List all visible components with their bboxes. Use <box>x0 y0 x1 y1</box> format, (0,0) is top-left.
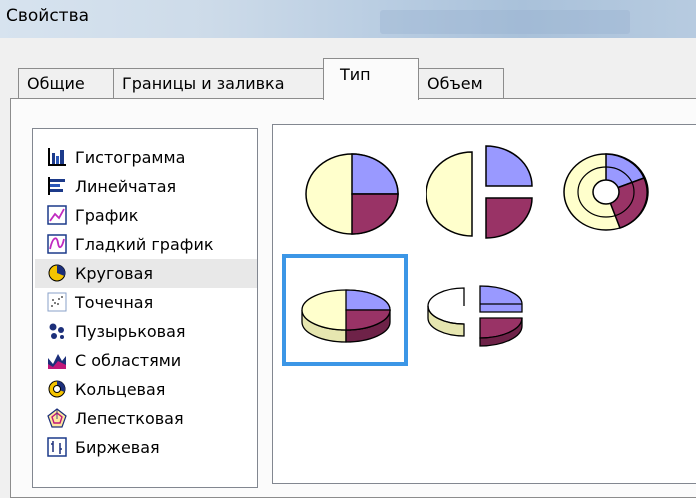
chart-type-item[interactable]: Пузырьковая <box>35 317 257 346</box>
chart-type-item[interactable]: Биржевая <box>35 433 257 462</box>
radar-chart-icon <box>47 408 67 428</box>
column-chart-icon <box>48 148 66 166</box>
tab-borders-fill[interactable]: Границы и заливка <box>113 68 324 100</box>
pie-chart-icon <box>48 264 66 282</box>
tab-label: Объем <box>427 74 483 93</box>
chart-type-label: Кольцевая <box>75 380 166 399</box>
chart-type-item-selected[interactable]: Круговая <box>35 259 257 288</box>
chart-type-label: Пузырьковая <box>75 322 186 341</box>
chart-type-item[interactable]: Кольцевая <box>35 375 257 404</box>
chart-type-item[interactable]: График <box>35 201 257 230</box>
chart-type-label: Гистограмма <box>75 148 186 167</box>
chart-type-label: График <box>75 206 139 225</box>
doughnut-chart-icon <box>48 380 66 398</box>
title-bar: Свойства <box>0 0 696 38</box>
chart-type-item[interactable]: Точечная <box>35 288 257 317</box>
chart-type-label: Биржевая <box>75 438 160 457</box>
tab-general[interactable]: Общие <box>18 68 114 100</box>
scatter-chart-icon <box>47 292 67 312</box>
bubble-chart-icon <box>49 323 64 339</box>
chart-type-label: Линейчатая <box>75 177 177 196</box>
chart-type-label: С областями <box>75 351 182 370</box>
line-chart-icon <box>47 205 67 225</box>
area-chart-icon <box>48 354 66 369</box>
chart-type-label: Лепестковая <box>75 409 184 428</box>
pie-variant-button[interactable] <box>300 148 410 238</box>
chart-type-label: Точечная <box>75 293 154 312</box>
smooth-line-chart-icon <box>47 234 67 254</box>
tab-label: Тип <box>340 65 371 84</box>
chart-type-item[interactable]: Гладкий график <box>35 230 257 259</box>
pie-3d-variant-button[interactable] <box>298 284 394 346</box>
bar-chart-icon <box>48 177 65 195</box>
tab-label: Границы и заливка <box>122 74 285 93</box>
exploded-pie-3d-variant-button[interactable] <box>424 282 534 348</box>
exploded-pie-variant-button[interactable] <box>426 144 538 240</box>
chart-type-item[interactable]: Линейчатая <box>35 172 257 201</box>
chart-type-item[interactable]: Гистограмма <box>35 143 257 172</box>
tab-volume[interactable]: Объем <box>418 68 504 100</box>
tab-type[interactable]: Тип <box>323 58 419 100</box>
doughnut-variant-button[interactable] <box>560 148 660 238</box>
title-bar-background-window <box>380 10 630 34</box>
chart-type-item[interactable]: Лепестковая <box>35 404 257 433</box>
chart-type-list[interactable]: Гистограмма Линейчатая График Гладкий гр… <box>32 128 258 488</box>
chart-type-item[interactable]: С областями <box>35 346 257 375</box>
chart-type-label: Гладкий график <box>75 235 214 254</box>
tab-label: Общие <box>27 74 85 93</box>
stock-chart-icon <box>47 437 67 457</box>
window-title: Свойства <box>6 6 90 26</box>
chart-type-label: Круговая <box>75 264 154 283</box>
